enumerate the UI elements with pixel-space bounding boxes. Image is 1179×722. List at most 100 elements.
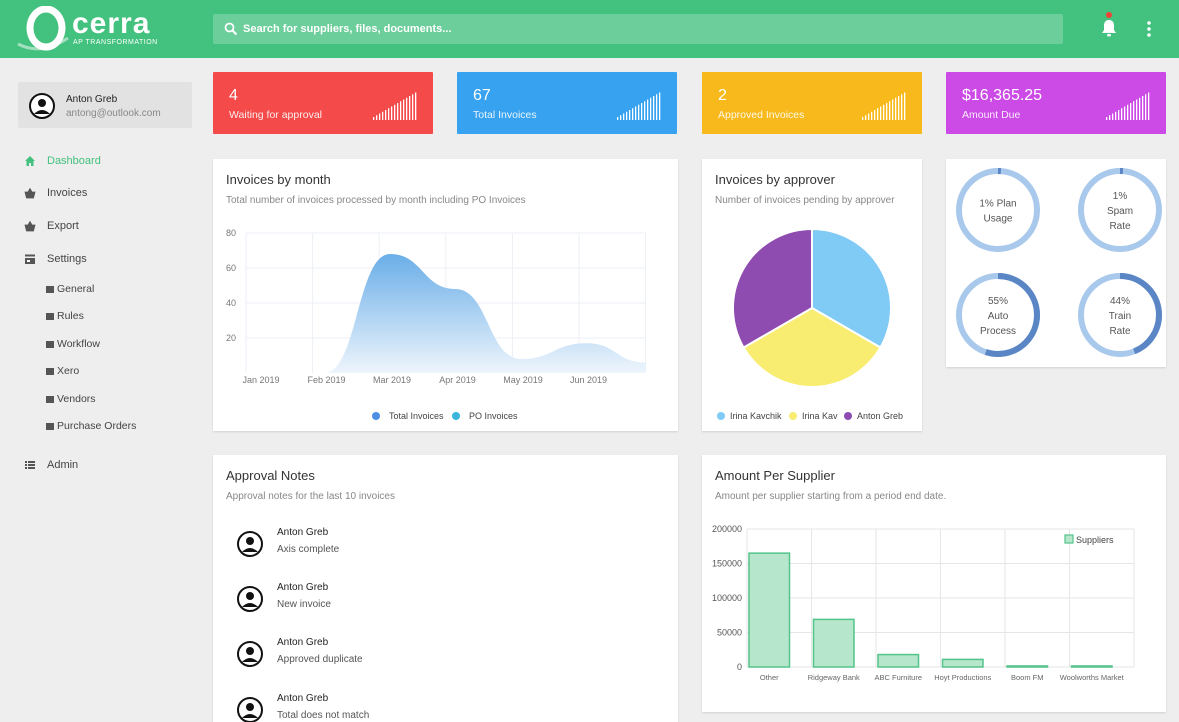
sparkline-bar [653, 96, 655, 120]
gauge-label: Rate [1109, 326, 1131, 337]
stat-label: Waiting for approval [229, 109, 322, 121]
legend-label: Total Invoices [389, 411, 444, 421]
stat-card-approved-invoices[interactable]: 2 Approved Invoices [702, 72, 922, 134]
avatar-icon [237, 586, 263, 612]
sparkline-bar [406, 97, 408, 120]
x-tick-label: Ridgeway Bank [808, 673, 860, 682]
legend-swatch [1064, 534, 1074, 544]
sparkline-bar [400, 101, 402, 120]
stat-card-waiting-approval[interactable]: 4 Waiting for approval [213, 72, 433, 134]
sparkline-bar [1109, 115, 1111, 120]
gauge-label: 1% [1113, 191, 1128, 202]
x-tick-label: Jun 2019 [570, 375, 607, 385]
sparkline-bar [623, 113, 625, 120]
settings-sub-vendors[interactable]: Vendors [46, 393, 96, 405]
basket-icon [24, 187, 36, 199]
x-tick-label: May 2019 [503, 375, 543, 385]
sidebar-item-admin[interactable]: Admin [24, 456, 78, 474]
settings-sub-xero[interactable]: Xero [46, 365, 79, 377]
sparkline-bar [376, 115, 378, 120]
invoices-by-month-panel: Invoices by month Total number of invoic… [213, 159, 678, 431]
notification-badge [1106, 12, 1112, 18]
invoices-by-month-chart: 20 40 60 80 Jan 2019 Feb 2019 Mar 2019 Apr 2019… [226, 228, 647, 421]
note-text: Axis complete [277, 544, 340, 555]
sidebar-item-label: Export [47, 220, 79, 232]
legend-swatch [452, 412, 460, 420]
y-tick-label: 150000 [712, 559, 742, 569]
store-icon [46, 422, 54, 430]
more-options-icon[interactable] [1141, 19, 1157, 39]
stat-card-total-invoices[interactable]: 67 Total Invoices [457, 72, 677, 134]
sidebar-item-label: Settings [47, 253, 87, 265]
sparkline-icon [1106, 92, 1150, 120]
usage-gauges: 1% Plan Usage 1% Spam Rate 55% Auto Process 44% T… [956, 168, 1162, 357]
sub-item-label: Xero [57, 365, 80, 377]
x-tick-label: Woolworths Market [1060, 673, 1125, 682]
sidebar-item-label: Admin [47, 459, 79, 471]
y-tick-label: 200000 [712, 524, 742, 534]
x-tick-label: Other [760, 673, 779, 682]
y-tick-label: 80 [226, 228, 236, 238]
invoices-by-approver-chart: Irina Kavchik Irina Kav Anton Greb [717, 227, 903, 421]
stat-value: 2 [718, 87, 727, 104]
sparkline-bar [1115, 111, 1117, 120]
gauge-label: Train [1109, 311, 1131, 322]
sparkline-bar [415, 92, 417, 120]
stat-label: Approved Invoices [718, 109, 805, 121]
sidebar-item-dashboard[interactable]: Dashboard [24, 152, 101, 170]
logo[interactable]: cerra AP TRANSFORMATION [16, 6, 166, 52]
sparkline-icon [373, 92, 417, 120]
amount-per-supplier-chart: 0 50000 100000 150000 200000 Other Ridgeway Ba… [712, 524, 1135, 682]
sparkline-bar [632, 108, 634, 120]
search-input[interactable] [243, 14, 1043, 44]
logo-subtitle: AP TRANSFORMATION [73, 39, 158, 46]
sparkline-bar [385, 110, 387, 120]
gauge-label: 55% [988, 296, 1008, 307]
sparkline-bar [865, 115, 867, 120]
sparkline-bar [1148, 92, 1150, 120]
note-author: Anton Greb [277, 527, 329, 538]
user-card[interactable]: Anton Greb antong@outlook.com [18, 82, 192, 128]
legend-swatch [789, 412, 797, 420]
area-total-invoices [259, 254, 646, 373]
notifications-bell-icon[interactable] [1100, 18, 1118, 38]
sparkline-bar [626, 111, 628, 120]
sparkline-bar [641, 103, 643, 120]
sparkline-bar [1118, 110, 1120, 120]
search-bar[interactable] [213, 14, 1063, 44]
legend-swatch [717, 412, 725, 420]
legend-swatch [844, 412, 852, 420]
sparkline-bar [880, 106, 882, 120]
gauge-track [956, 168, 1040, 252]
sparkline-bar [394, 104, 396, 120]
sub-item-label: Purchase Orders [57, 420, 137, 432]
sparkline-bar [635, 106, 637, 120]
gauge-label: Spam [1107, 206, 1133, 217]
settings-sub-rules[interactable]: Rules [46, 310, 84, 322]
sidebar-item-export[interactable]: Export [24, 217, 79, 235]
sparkline-bar [647, 99, 649, 120]
stat-value: $16,365.25 [962, 87, 1043, 104]
settings-sub-workflow[interactable]: Workflow [46, 338, 100, 350]
note-text: Approved duplicate [277, 654, 363, 665]
sidebar-item-invoices[interactable]: Invoices [24, 184, 87, 202]
stat-label: Amount Due [962, 109, 1021, 121]
gauge-label: 1% Plan [979, 199, 1016, 210]
settings-sub-purchase-orders[interactable]: Purchase Orders [46, 420, 136, 432]
stat-card-amount-due[interactable]: $16,365.25 Amount Due [946, 72, 1166, 134]
sparkline-bar [412, 94, 414, 120]
sparkline-bar [1142, 96, 1144, 120]
sparkline-icon [617, 92, 661, 120]
sparkline-bar [403, 99, 405, 120]
x-tick-label: Hoyt Productions [934, 673, 991, 682]
sparkline-bar [409, 96, 411, 120]
avatar-icon [237, 531, 263, 557]
sparkline-bar [373, 117, 375, 120]
sparkline-bar [617, 117, 619, 120]
settings-sub-general[interactable]: General [46, 283, 94, 295]
sidebar-item-settings[interactable]: Settings [24, 250, 87, 268]
top-bar: cerra AP TRANSFORMATION [0, 0, 1179, 58]
note-author: Anton Greb [277, 637, 329, 648]
sparkline-bar [397, 103, 399, 120]
avatar-icon [237, 641, 263, 667]
